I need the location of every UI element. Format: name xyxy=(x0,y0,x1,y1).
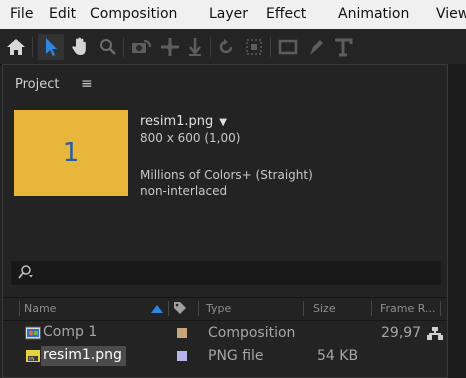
hand-icon[interactable] xyxy=(68,34,92,60)
item-type: Composition xyxy=(208,325,296,341)
table-row[interactable]: Comp 1 Composition 29,97 xyxy=(3,322,447,344)
pen-icon[interactable] xyxy=(304,34,328,60)
column-divider xyxy=(440,301,441,316)
png-file-icon: PN xyxy=(25,348,41,364)
rectangle-icon[interactable] xyxy=(276,34,300,60)
toolbar-separator xyxy=(270,37,271,57)
dolly-icon[interactable] xyxy=(184,34,206,60)
text-icon[interactable] xyxy=(332,34,354,60)
column-divider xyxy=(303,301,304,316)
column-divider xyxy=(198,301,199,316)
column-name[interactable]: Name xyxy=(24,302,56,315)
toolbar-separator xyxy=(32,37,33,57)
sort-ascending-icon[interactable] xyxy=(151,303,163,316)
item-name: Comp 1 xyxy=(43,324,98,340)
orbit-camera-icon[interactable] xyxy=(128,34,154,60)
menu-file[interactable]: File xyxy=(10,6,33,22)
table-row[interactable]: PN resim1.png PNG file 54 KB xyxy=(3,345,447,367)
preview-colors: Millions of Colors+ (Straight) xyxy=(140,168,313,182)
label-color-swatch[interactable] xyxy=(177,328,187,338)
rotate-icon[interactable] xyxy=(214,34,238,60)
caret-down-icon[interactable]: ▼ xyxy=(219,117,227,128)
menu-edit[interactable]: Edit xyxy=(49,6,76,22)
svg-text:PN: PN xyxy=(29,357,34,362)
label-column-icon[interactable] xyxy=(173,301,187,318)
column-size[interactable]: Size xyxy=(313,302,336,315)
column-type[interactable]: Type xyxy=(206,302,231,315)
search-input[interactable] xyxy=(11,261,441,285)
menu-view[interactable]: View xyxy=(436,6,466,22)
column-divider xyxy=(168,301,169,316)
toolbar-separator xyxy=(210,37,211,57)
pan-behind-icon[interactable] xyxy=(158,34,182,60)
menu-layer[interactable]: Layer xyxy=(209,6,248,22)
roto-brush-icon[interactable] xyxy=(242,34,266,60)
project-panel: Project ≡ 1 resim1.png ▼ 800 x 600 (1,00)… xyxy=(2,64,448,378)
preview-interlace: non-interlaced xyxy=(140,184,228,198)
menu-effect[interactable]: Effect xyxy=(266,6,306,22)
zoom-icon[interactable] xyxy=(96,34,120,60)
menu-composition[interactable]: Composition xyxy=(90,6,177,22)
item-size: 54 KB xyxy=(317,348,359,364)
thumbnail-label: 1 xyxy=(62,138,80,168)
item-type: PNG file xyxy=(208,348,264,364)
column-header-row: Name Type Size Frame R... xyxy=(3,297,447,321)
flowchart-icon[interactable] xyxy=(427,327,443,345)
item-frame-rate: 29,97 xyxy=(381,325,422,341)
panel-menu-icon[interactable]: ≡ xyxy=(81,76,93,92)
label-color-swatch[interactable] xyxy=(177,351,187,361)
preview-dimensions: 800 x 600 (1,00) xyxy=(140,131,241,145)
selection-icon[interactable] xyxy=(38,34,64,60)
preview-thumbnail: 1 xyxy=(14,110,128,196)
search-icon xyxy=(17,264,37,284)
toolbar-separator xyxy=(123,37,124,57)
toolbar xyxy=(0,29,466,65)
column-divider xyxy=(19,301,20,316)
menu-animation[interactable]: Animation xyxy=(338,6,409,22)
preview-name[interactable]: resim1.png ▼ xyxy=(140,114,227,129)
item-name: resim1.png xyxy=(41,346,126,366)
column-frame-rate[interactable]: Frame R... xyxy=(380,302,436,315)
preview-file-name: resim1.png xyxy=(140,114,214,129)
panel-title: Project xyxy=(15,77,60,92)
menu-bar: File Edit Composition Layer Effect Anima… xyxy=(0,0,466,29)
home-icon[interactable] xyxy=(4,34,28,60)
composition-icon xyxy=(25,325,41,341)
column-divider xyxy=(371,301,372,316)
